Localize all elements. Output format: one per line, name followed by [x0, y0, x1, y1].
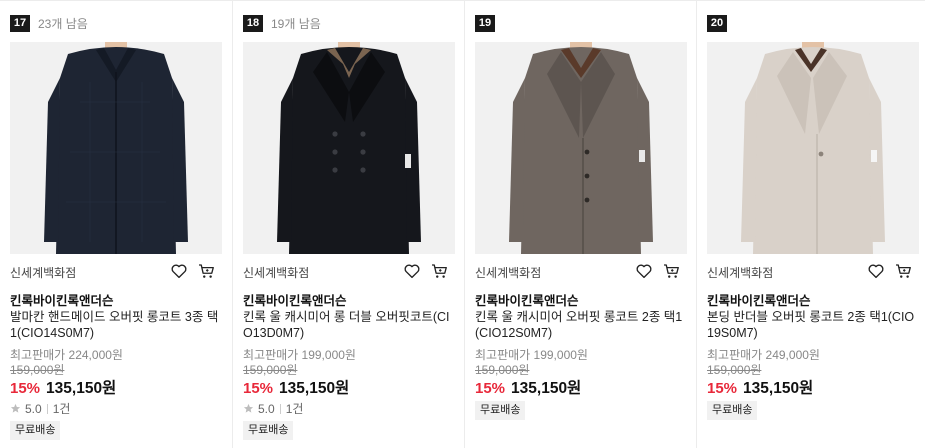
rank-badge: 17 — [10, 15, 30, 32]
product-name[interactable]: 킨록 울 캐시미어 오버핏 롱코트 2종 택1(CIO12S0M7) — [475, 309, 689, 341]
price-row: 15% 135,150원 — [10, 376, 116, 398]
rank-badge: 19 — [475, 15, 495, 32]
star-icon — [243, 403, 254, 413]
rating-row: 5.0 1건 — [10, 400, 70, 417]
product-name[interactable]: 본딩 반더블 오버핏 롱코트 2종 택1(CIO19S0M7) — [707, 309, 921, 341]
divider — [279, 403, 281, 414]
coat-photo — [10, 42, 222, 254]
rank-row: 19 — [475, 15, 495, 32]
stock-remaining: 23개 남음 — [38, 17, 88, 31]
brand-name[interactable]: 킨록바이킨록앤더슨 — [243, 290, 347, 309]
brand-name[interactable]: 킨록바이킨록앤더슨 — [10, 290, 114, 309]
store-name: 신세계백화점 — [475, 266, 542, 280]
review-count: 1건 — [52, 402, 71, 416]
heart-icon[interactable] — [170, 262, 188, 280]
divider — [46, 403, 48, 414]
rank-row: 17 23개 남음 — [10, 15, 88, 32]
discount-rate: 15% — [10, 380, 41, 397]
coat-photo — [707, 42, 919, 254]
discount-rate: 15% — [707, 380, 738, 397]
rank-badge: 18 — [243, 15, 263, 32]
product-image[interactable] — [10, 42, 222, 254]
store-name: 신세계백화점 — [10, 266, 77, 280]
sale-price: 135,150원 — [46, 380, 117, 397]
cart-icon[interactable] — [662, 262, 681, 280]
product-card[interactable]: 20 신세계백화점 킨록바이킨록앤더슨 본딩 반더블 오버핏 롱코트 2종 택1… — [696, 0, 925, 448]
coat-photo — [475, 42, 687, 254]
cart-icon[interactable] — [894, 262, 913, 280]
product-name[interactable]: 발마칸 핸드메이드 오버핏 롱코트 3종 택1(CIO14S0M7) — [10, 309, 224, 341]
rating-row: 5.0 1건 — [243, 400, 303, 417]
sale-price: 135,150원 — [743, 380, 814, 397]
rank-row: 20 — [707, 15, 727, 32]
product-card[interactable]: 18 19개 남음 신세계백화점 킨록바이킨록앤더슨 킨록 울 캐시미어 롱 더… — [232, 0, 464, 448]
free-shipping-badge: 무료배송 — [707, 401, 758, 420]
sale-price: 135,150원 — [279, 380, 350, 397]
coat-photo — [243, 42, 455, 254]
review-count: 1건 — [285, 402, 304, 416]
free-shipping-badge: 무료배송 — [475, 401, 526, 420]
rank-badge: 20 — [707, 15, 727, 32]
product-image[interactable] — [475, 42, 687, 254]
product-name[interactable]: 킨록 울 캐시미어 롱 더블 오버핏코트(CIO13D0M7) — [243, 309, 457, 341]
product-image[interactable] — [707, 42, 919, 254]
heart-icon[interactable] — [867, 262, 885, 280]
brand-name[interactable]: 킨록바이킨록앤더슨 — [475, 290, 579, 309]
rank-row: 18 19개 남음 — [243, 15, 321, 32]
product-image[interactable] — [243, 42, 455, 254]
brand-name[interactable]: 킨록바이킨록앤더슨 — [707, 290, 811, 309]
store-name: 신세계백화점 — [707, 266, 774, 280]
product-grid: 17 23개 남음 신세계백화점 킨록바이킨록앤더슨 발마칸 핸드메이드 오버핏… — [0, 0, 925, 448]
store-name: 신세계백화점 — [243, 266, 310, 280]
cart-icon[interactable] — [197, 262, 216, 280]
price-row: 15% 135,150원 — [707, 376, 813, 398]
product-card[interactable]: 17 23개 남음 신세계백화점 킨록바이킨록앤더슨 발마칸 핸드메이드 오버핏… — [0, 0, 232, 448]
price-row: 15% 135,150원 — [475, 376, 581, 398]
rating-score: 5.0 — [258, 401, 275, 416]
discount-rate: 15% — [243, 380, 274, 397]
rating-score: 5.0 — [25, 401, 42, 416]
free-shipping-badge: 무료배송 — [10, 421, 61, 440]
cart-icon[interactable] — [430, 262, 449, 280]
product-card[interactable]: 19 신세계백화점 킨록바이킨록앤더슨 킨록 울 캐시미어 오버핏 롱코트 2종… — [464, 0, 696, 448]
heart-icon[interactable] — [635, 262, 653, 280]
stock-remaining: 19개 남음 — [271, 17, 321, 31]
sale-price: 135,150원 — [511, 380, 582, 397]
star-icon — [10, 403, 21, 413]
discount-rate: 15% — [475, 380, 506, 397]
price-row: 15% 135,150원 — [243, 376, 349, 398]
free-shipping-badge: 무료배송 — [243, 421, 294, 440]
heart-icon[interactable] — [403, 262, 421, 280]
